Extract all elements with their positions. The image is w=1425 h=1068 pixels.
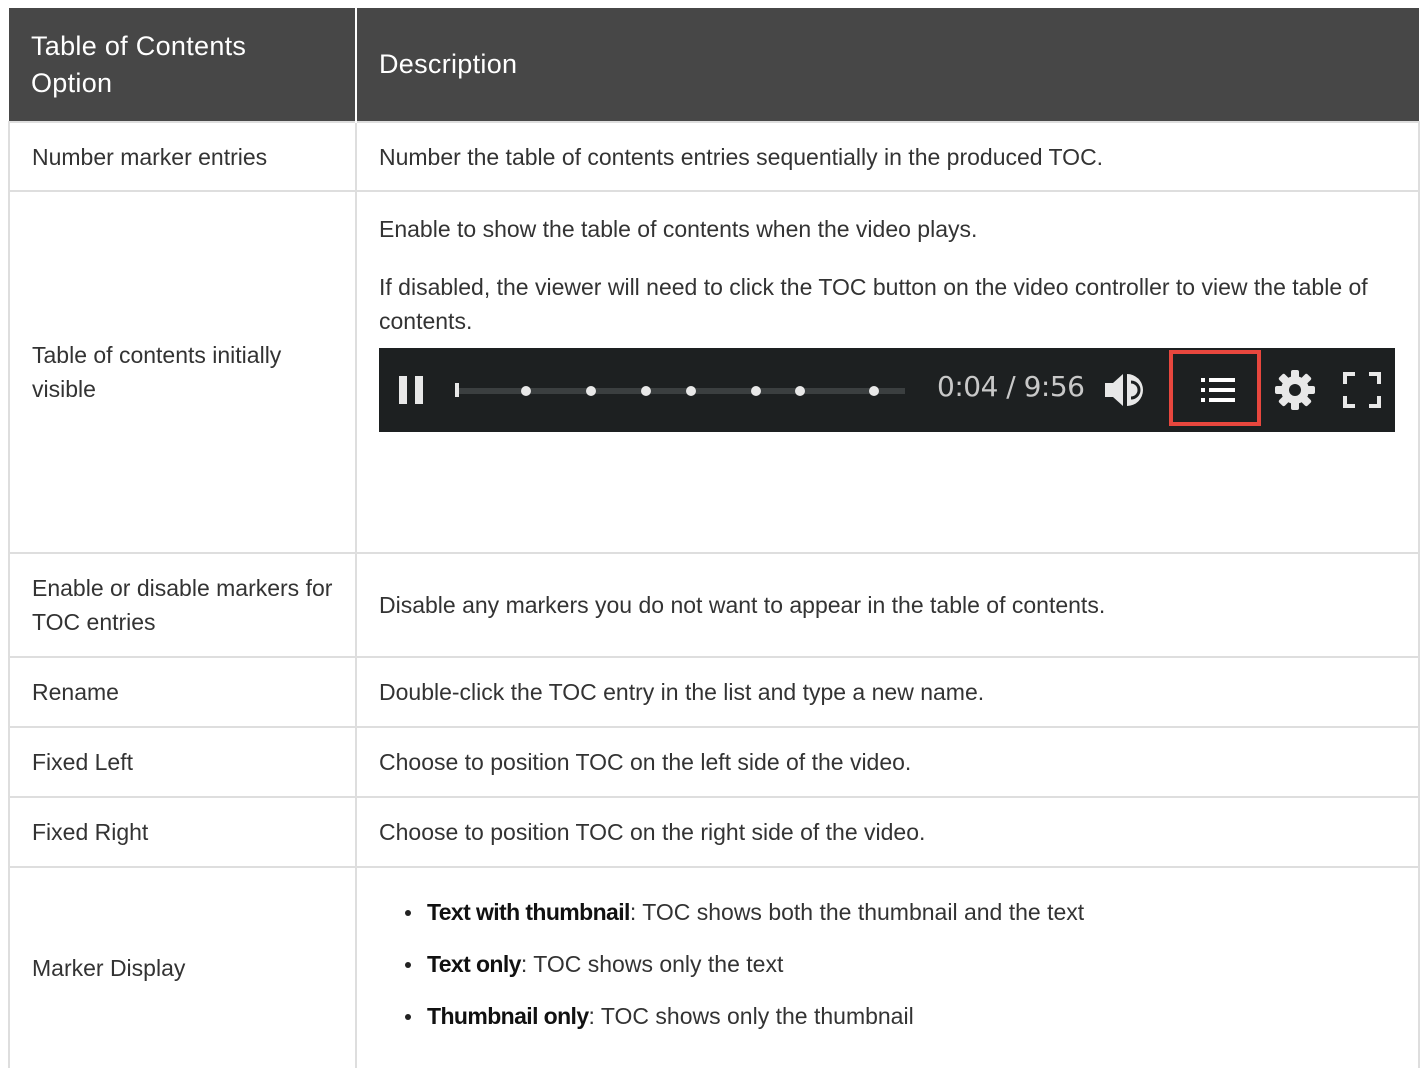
table-row: Enable or disable markers for TOC entrie…	[8, 552, 1420, 658]
list-text: : TOC shows only the text	[520, 950, 784, 977]
list-text: : TOC shows only the thumbnail	[588, 1002, 914, 1029]
playhead-marker[interactable]	[455, 383, 459, 397]
fullscreen-icon[interactable]	[1343, 372, 1381, 408]
marker-dot[interactable]	[586, 386, 596, 396]
option-cell: Marker Display	[8, 866, 357, 1068]
marker-dot[interactable]	[795, 386, 805, 396]
marker-dot[interactable]	[521, 386, 531, 396]
toc-list-icon[interactable]	[1201, 378, 1235, 402]
table-row: Rename Double-click the TOC entry in the…	[8, 656, 1420, 728]
description-cell: Enable to show the table of contents whe…	[355, 190, 1420, 554]
table-header-row: Table of Contents Option Description	[9, 8, 1419, 122]
description-cell: Choose to position TOC on the left side …	[355, 726, 1420, 798]
description-paragraph: Enable to show the table of contents whe…	[379, 216, 978, 242]
option-cell: Fixed Left	[8, 726, 357, 798]
table-row: Fixed Right Choose to position TOC on th…	[8, 796, 1420, 868]
list-term: Text only	[427, 950, 521, 977]
description-cell: Double-click the TOC entry in the list a…	[355, 656, 1420, 728]
list-term: Text with thumbnail	[427, 898, 630, 925]
list-item: Thumbnail only: TOC shows only the thumb…	[405, 999, 1396, 1033]
table-row: Fixed Left Choose to position TOC on the…	[8, 726, 1420, 798]
marker-dot[interactable]	[869, 386, 879, 396]
list-item: Text with thumbnail: TOC shows both the …	[405, 895, 1396, 929]
table-row: Marker Display Text with thumbnail: TOC …	[8, 866, 1420, 1068]
header-description: Description	[356, 8, 1419, 122]
list-text: : TOC shows both the thumbnail and the t…	[629, 898, 1085, 925]
description-cell: Text with thumbnail: TOC shows both the …	[355, 866, 1420, 1068]
marker-dot[interactable]	[751, 386, 761, 396]
list-item: Text only: TOC shows only the text	[405, 947, 1396, 981]
option-cell: Rename	[8, 656, 357, 728]
option-cell: Enable or disable markers for TOC entrie…	[8, 552, 357, 658]
pause-icon[interactable]	[399, 376, 423, 404]
description-cell: Disable any markers you do not want to a…	[355, 552, 1420, 658]
video-controller-bar: 0:04 / 9:56	[379, 348, 1395, 432]
marker-dot[interactable]	[686, 386, 696, 396]
description-cell: Choose to position TOC on the right side…	[355, 796, 1420, 868]
gear-icon[interactable]	[1275, 370, 1315, 410]
header-option: Table of Contents Option	[9, 8, 357, 122]
marker-display-list: Text with thumbnail: TOC shows both the …	[379, 895, 1396, 1033]
option-cell: Table of contents initially visible	[8, 190, 357, 554]
marker-dot[interactable]	[641, 386, 651, 396]
option-cell: Number marker entries	[8, 121, 357, 192]
volume-icon[interactable]	[1103, 370, 1153, 410]
description-cell: Number the table of contents entries seq…	[355, 121, 1420, 192]
time-readout: 0:04 / 9:56	[937, 370, 1085, 403]
description-paragraph: If disabled, the viewer will need to cli…	[379, 274, 1368, 334]
table-row: Table of contents initially visible Enab…	[8, 190, 1420, 554]
table-row: Number marker entries Number the table o…	[8, 121, 1420, 192]
option-cell: Fixed Right	[8, 796, 357, 868]
toc-options-table-container: Table of Contents Option Description Num…	[8, 8, 1420, 1068]
list-term: Thumbnail only	[427, 1002, 589, 1029]
toc-options-table: Table of Contents Option Description Num…	[8, 8, 1420, 1068]
